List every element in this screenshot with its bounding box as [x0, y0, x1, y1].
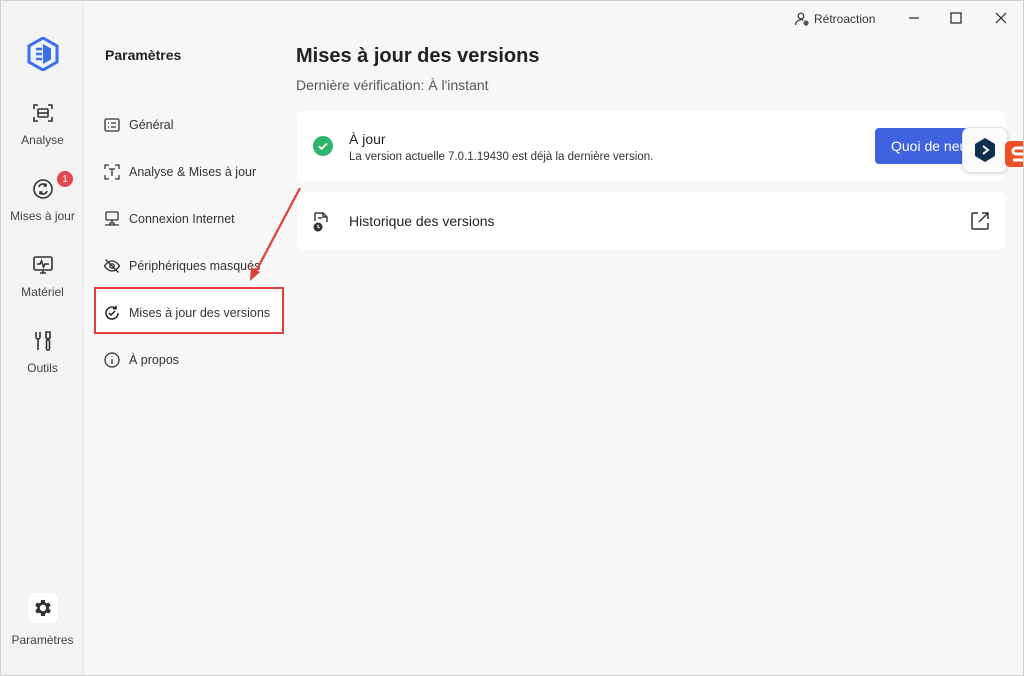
maximize-button[interactable] [936, 5, 976, 31]
sidebar-item-label: Général [129, 118, 174, 132]
rail-settings-label: Paramètres [11, 633, 74, 647]
hardware-icon [32, 256, 53, 274]
general-icon [104, 118, 120, 132]
rail-item-label: Mises à jour [10, 209, 75, 223]
minimize-icon [909, 17, 919, 19]
status-title: À jour [349, 131, 386, 147]
rail-item-label: Analyse [21, 133, 64, 147]
info-icon [104, 352, 120, 368]
nav-rail: Analyse 1 Mises à jour Matériel Outils P… [1, 1, 84, 675]
feedback-button[interactable]: Rétroaction [794, 10, 875, 28]
hexagon-app-icon [975, 138, 995, 162]
rail-item-tools[interactable]: Outils [1, 329, 84, 389]
sidebar-item-about[interactable]: À propos [95, 340, 281, 380]
sidebar-item-general[interactable]: Général [95, 105, 281, 145]
sidebar-item-label: À propos [129, 353, 180, 367]
page-title: Mises à jour des versions [296, 45, 540, 67]
close-button[interactable] [981, 5, 1021, 31]
status-description: La version actuelle 7.0.1.19430 est déjà… [349, 151, 654, 163]
rail-item-updates[interactable]: 1 Mises à jour [1, 171, 84, 237]
history-title: Historique des versions [349, 213, 495, 229]
rail-item-label: Matériel [21, 285, 64, 299]
settings-sidebar: Paramètres Général Analyse & Mises à jou… [85, 1, 285, 675]
feedback-label: Rétroaction [814, 12, 876, 26]
update-status-card: À jour La version actuelle 7.0.1.19430 e… [297, 111, 1005, 181]
input-method-s-icon[interactable] [1005, 141, 1023, 167]
update-icon [32, 179, 53, 199]
sidebar-item-label: Analyse & Mises à jour [129, 165, 257, 179]
settings-button[interactable] [27, 593, 58, 623]
rail-item-settings[interactable]: Paramètres [1, 593, 84, 653]
checkmark-icon [313, 136, 333, 156]
floating-assistant-widget[interactable] [962, 127, 1008, 173]
annotation-highlight-box [94, 287, 284, 334]
tools-icon [34, 331, 51, 351]
last-check-text: Dernière vérification: À l'instant [296, 77, 489, 93]
sidebar-title: Paramètres [105, 47, 182, 63]
external-link-icon[interactable] [969, 210, 991, 232]
rail-item-analyse[interactable]: Analyse [1, 101, 84, 161]
feedback-user-icon [794, 12, 809, 26]
update-count-badge: 1 [57, 171, 73, 187]
version-history-card[interactable]: Historique des versions [297, 192, 1005, 250]
close-icon [995, 12, 1007, 24]
scan-icon [32, 104, 53, 122]
maximize-icon [950, 12, 962, 24]
history-document-icon [313, 212, 328, 232]
rail-item-label: Outils [27, 361, 58, 375]
app-logo-icon [27, 37, 59, 71]
hidden-eye-icon [103, 259, 121, 273]
gear-icon [34, 600, 51, 616]
scan-update-icon [104, 164, 120, 180]
network-icon [105, 211, 119, 226]
app-window: Analyse 1 Mises à jour Matériel Outils P… [0, 0, 1024, 676]
minimize-button[interactable] [894, 5, 934, 31]
rail-item-hardware[interactable]: Matériel [1, 253, 84, 313]
sidebar-item-label: Connexion Internet [129, 212, 235, 226]
